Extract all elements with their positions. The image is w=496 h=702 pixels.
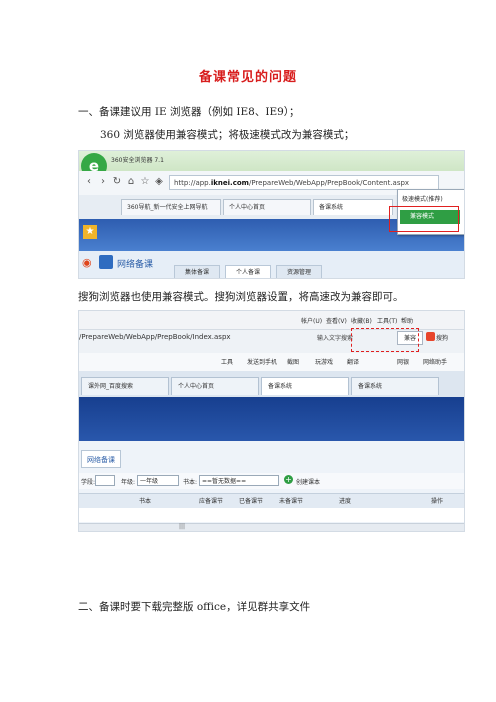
screenshot-360-browser: e 360安全浏览器 7.1 ‹ › ↻ ⌂ ☆ ◈ http://app.ik…	[78, 150, 465, 279]
highlight-box	[351, 328, 419, 352]
search-engine-label[interactable]: 搜狗	[436, 333, 448, 342]
menu-view[interactable]: 查看(V)	[326, 316, 347, 325]
table-row	[79, 508, 464, 522]
app-tab-resources[interactable]: 资源管理	[276, 265, 322, 278]
paragraph-sogou: 搜狗浏览器也使用兼容模式。搜狗浏览器设置，将高速改为兼容即可。	[78, 291, 404, 303]
create-book-link[interactable]: 创建课本	[296, 477, 320, 486]
column-actions: 操作	[431, 498, 444, 505]
menu-help[interactable]: 帮助	[401, 316, 413, 325]
address-bar[interactable]: http://app.iknei.com/PrepareWeb/WebApp/P…	[169, 175, 439, 190]
bookmark-send-to-phone[interactable]: 发送到手机	[247, 357, 277, 366]
screenshot-sogou-browser: 帐户(U) 查看(V) 收藏(B) 工具(T) 帮助 /PrepareWeb/W…	[78, 310, 465, 532]
tab-prep-system[interactable]: 备课系统	[351, 377, 439, 395]
column-book: 书本	[139, 498, 152, 505]
filter-label-grade: 年级:	[121, 479, 136, 486]
menu-account[interactable]: 帐户(U)	[301, 316, 322, 325]
shield-icon: ◈	[155, 176, 163, 187]
column-done: 已备课节	[239, 498, 264, 505]
forward-icon[interactable]: ›	[97, 176, 109, 188]
app-tab-personal[interactable]: 个人备课	[225, 265, 271, 278]
page-title: 备课常见的问题	[198, 70, 297, 85]
bookmark-translate[interactable]: 翻译	[347, 357, 359, 366]
tab-network-prep[interactable]: 网络备课	[81, 450, 121, 468]
star-icon: ★	[83, 225, 97, 239]
filter-label-book: 书本:	[183, 479, 198, 486]
search-input-label[interactable]: 输入文字搜索	[317, 333, 353, 342]
section-heading-2: 二、备课时要下载完整版 office，详见群共享文件	[78, 601, 311, 613]
book-select[interactable]: ==暂无数据==	[199, 475, 279, 486]
app-name: 网络备课	[117, 260, 154, 270]
filter-label-stage: 学段:	[81, 479, 96, 486]
stage-select[interactable]	[95, 475, 115, 486]
back-icon[interactable]: ‹	[83, 176, 95, 188]
address-bar[interactable]: /PrepareWeb/WebApp/PrepBook/Index.aspx	[79, 333, 231, 341]
section-heading-1: 一、备课建议用 IE 浏览器（例如 IE8、IE9）；	[78, 106, 300, 118]
favorite-star-icon[interactable]: ☆	[139, 176, 151, 188]
app-logo-icon	[99, 255, 113, 269]
bookmark-tools[interactable]: 工具	[221, 357, 233, 366]
app-tab-group[interactable]: 集体备课	[174, 265, 220, 278]
tab-360-nav[interactable]: 360导航_新一代安全上网导航	[121, 199, 221, 215]
scroll-grip-icon[interactable]: |||	[179, 523, 185, 530]
menu-favorites[interactable]: 收藏(B)	[351, 316, 372, 325]
paragraph-360: 360 浏览器使用兼容模式；将极速模式改为兼容模式；	[100, 129, 355, 141]
home-icon[interactable]: ⌂	[125, 176, 137, 188]
highlight-box	[389, 206, 459, 232]
tab-prep-system-active[interactable]: 备课系统	[261, 377, 349, 395]
refresh-icon[interactable]: ↻	[111, 176, 123, 188]
tab-personal-center[interactable]: 个人中心首页	[171, 377, 259, 395]
horizontal-scrollbar[interactable]	[79, 523, 464, 531]
tab-baidu-search[interactable]: 课外网_百度搜索	[81, 377, 169, 395]
tab-prep-system[interactable]: 备课系统	[313, 199, 393, 215]
page-banner	[79, 397, 464, 441]
bookmark-assistant[interactable]: 网络助手	[423, 357, 447, 366]
bookmark-bank[interactable]: 网银	[397, 357, 409, 366]
bookmark-screenshot[interactable]: 截图	[287, 357, 299, 366]
tab-personal-center[interactable]: 个人中心首页	[223, 199, 311, 215]
sogou-icon	[426, 332, 435, 341]
add-icon[interactable]: +	[284, 475, 293, 484]
column-planned: 应备课节	[199, 498, 224, 505]
grade-select[interactable]: 一年级	[137, 475, 179, 486]
menu-item-speed-mode[interactable]: 极速模式(推荐)	[402, 194, 443, 203]
window-title: 360安全浏览器 7.1	[111, 157, 164, 164]
column-pending: 未备课节	[279, 498, 304, 505]
bookmark-games[interactable]: 玩游戏	[315, 357, 333, 366]
table-header	[79, 493, 464, 509]
menu-tools[interactable]: 工具(T)	[377, 316, 397, 325]
column-progress: 进度	[339, 498, 352, 505]
weibo-icon: ◉	[82, 256, 92, 269]
